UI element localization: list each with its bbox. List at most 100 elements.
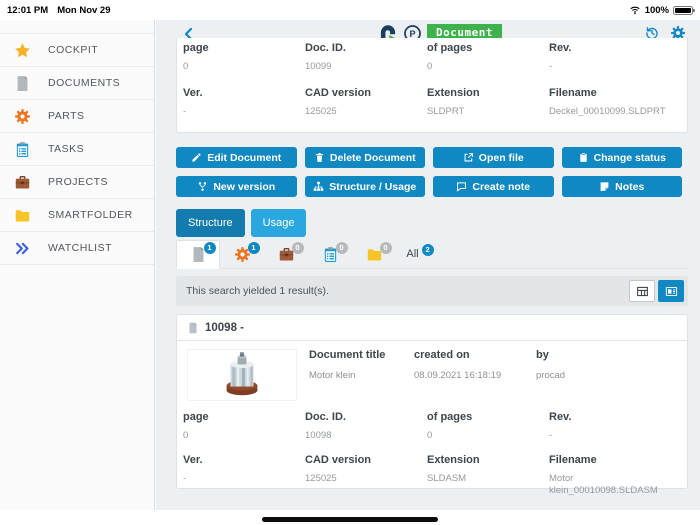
battery-icon (673, 5, 695, 15)
trash-icon (315, 153, 324, 162)
change-status-button[interactable]: Change status (561, 147, 682, 168)
sidebar-list: COCKPIT DOCUMENTS PARTS TASKS PROJECTS S… (0, 33, 154, 265)
field-filename: Filename Motor klein_00010098.SLDASM (549, 454, 658, 496)
document-icon (14, 75, 31, 92)
wifi-icon (630, 6, 640, 15)
field-page: page 0 (183, 42, 209, 72)
sidebar: COCKPIT DOCUMENTS PARTS TASKS PROJECTS S… (0, 20, 155, 510)
sidebar-item-parts[interactable]: PARTS (0, 100, 154, 133)
field-rev: Rev. - (549, 42, 572, 72)
view-toggle (629, 280, 684, 302)
sidebar-item-smartfolder[interactable]: SMARTFOLDER (0, 199, 154, 232)
search-result-card[interactable]: 10098 - Document title Motor klein creat… (176, 314, 688, 496)
count-badge: 1 (203, 242, 216, 254)
field-doc-id: Doc. ID. 10099 (305, 42, 346, 72)
create-note-button[interactable]: Create note (433, 176, 554, 197)
sidebar-item-projects[interactable]: PROJECTS (0, 166, 154, 199)
clipboard-icon (579, 152, 587, 162)
new-version-button[interactable]: New version (176, 176, 297, 197)
count-badge: 0 (291, 241, 304, 254)
table-view-button[interactable] (629, 280, 655, 302)
notes-button[interactable]: Notes (561, 176, 682, 197)
count-badge: 2 (421, 244, 434, 256)
briefcase-icon (14, 174, 31, 191)
filter-all[interactable]: All 2 (396, 240, 444, 268)
sitemap-icon (313, 181, 324, 191)
edit-document-button[interactable]: Edit Document (176, 147, 297, 168)
filter-smartfolder[interactable]: 0 (352, 240, 396, 268)
open-file-button[interactable]: Open file (433, 147, 554, 168)
sidebar-item-label: TASKS (48, 143, 85, 155)
field-cad-version: CAD version 125025 (305, 87, 372, 117)
field-ver: Ver. - (183, 454, 203, 484)
field-ver: Ver. - (183, 87, 203, 117)
field-extension: Extension SLDASM (427, 454, 480, 484)
sidebar-item-documents[interactable]: DOCUMENTS (0, 67, 154, 100)
comment-icon (457, 182, 467, 192)
tab-usage[interactable]: Usage (250, 209, 307, 237)
home-strip (0, 510, 700, 525)
count-badge: 0 (379, 241, 392, 254)
star-icon (14, 42, 31, 59)
sidebar-item-cockpit[interactable]: COCKPIT (0, 34, 154, 67)
field-page: page 0 (183, 411, 209, 441)
gear-icon (14, 108, 31, 125)
field-doc-id: Doc. ID. 10098 (305, 411, 346, 441)
field-rev: Rev. - (549, 411, 572, 441)
content-area: P Document page 0 Doc. ID. 10099 of pages 0 (156, 20, 700, 510)
field-of-pages: of pages 0 (427, 411, 473, 441)
home-indicator[interactable] (262, 517, 438, 522)
sidebar-item-label: PARTS (48, 110, 85, 122)
document-icon (187, 322, 199, 334)
results-message: This search yielded 1 result(s). (186, 285, 329, 297)
results-summary-bar: This search yielded 1 result(s). (176, 276, 688, 306)
sidebar-item-label: DOCUMENTS (48, 77, 121, 89)
action-button-grid: Edit Document Delete Document Open file … (176, 147, 682, 197)
sidebar-item-label: COCKPIT (48, 44, 99, 56)
sidebar-item-watchlist[interactable]: WATCHLIST (0, 232, 154, 265)
open-external-icon (464, 153, 473, 162)
delete-document-button[interactable]: Delete Document (304, 147, 425, 168)
sidebar-item-label: WATCHLIST (48, 242, 112, 254)
sidebar-item-label: SMARTFOLDER (48, 209, 133, 221)
result-type-filter: 1 1 0 0 0 All 2 (176, 240, 688, 269)
filter-parts[interactable]: 1 (220, 240, 264, 268)
sidebar-item-label: PROJECTS (48, 176, 109, 188)
field-filename: Filename Deckel_00010099.SLDPRT (549, 87, 666, 117)
tasks-icon (14, 141, 31, 158)
ipad-screen: 12:01 PM Mon Nov 29 100% COCKPIT DOCUMEN… (0, 0, 700, 525)
status-date: Mon Nov 29 (57, 4, 111, 16)
field-of-pages: of pages 0 (427, 42, 473, 72)
field-extension: Extension SLDPRT (427, 87, 480, 117)
motor-3d-preview (226, 352, 258, 396)
folder-icon (14, 207, 31, 224)
result-card-header[interactable]: 10098 - (177, 315, 687, 341)
structure-usage-button[interactable]: Structure / Usage (304, 176, 425, 197)
filter-projects[interactable]: 0 (264, 240, 308, 268)
result-doc-id: 10098 - (205, 321, 245, 334)
meta-document-title: Document title Motor klein (309, 349, 386, 381)
sidebar-item-tasks[interactable]: TASKS (0, 133, 154, 166)
count-badge: 1 (247, 241, 260, 254)
field-cad-version: CAD version 125025 (305, 454, 372, 484)
meta-created-on: created on 08.09.2021 16:18:19 (414, 349, 502, 381)
double-chevron-icon (14, 240, 31, 257)
battery-percent: 100% (644, 4, 669, 16)
status-time: 12:01 PM (7, 4, 49, 16)
meta-created-by: by procad (536, 349, 566, 381)
status-bar: 12:01 PM Mon Nov 29 100% (0, 0, 700, 20)
filter-tasks[interactable]: 0 (308, 240, 352, 268)
document-detail-card: page 0 Doc. ID. 10099 of pages 0 Rev. - Ver.… (176, 38, 688, 133)
card-view-icon (665, 286, 677, 296)
structure-usage-tabs: Structure Usage (176, 209, 307, 237)
card-view-button[interactable] (658, 280, 684, 302)
filter-documents[interactable]: 1 (176, 240, 220, 269)
tab-structure[interactable]: Structure (176, 209, 245, 237)
count-badge: 0 (335, 241, 348, 254)
branch-icon (199, 182, 207, 191)
svg-text:P: P (409, 28, 415, 38)
note-icon (600, 182, 609, 191)
pencil-icon (192, 153, 201, 162)
table-view-icon (636, 286, 648, 296)
document-thumbnail (187, 349, 297, 401)
